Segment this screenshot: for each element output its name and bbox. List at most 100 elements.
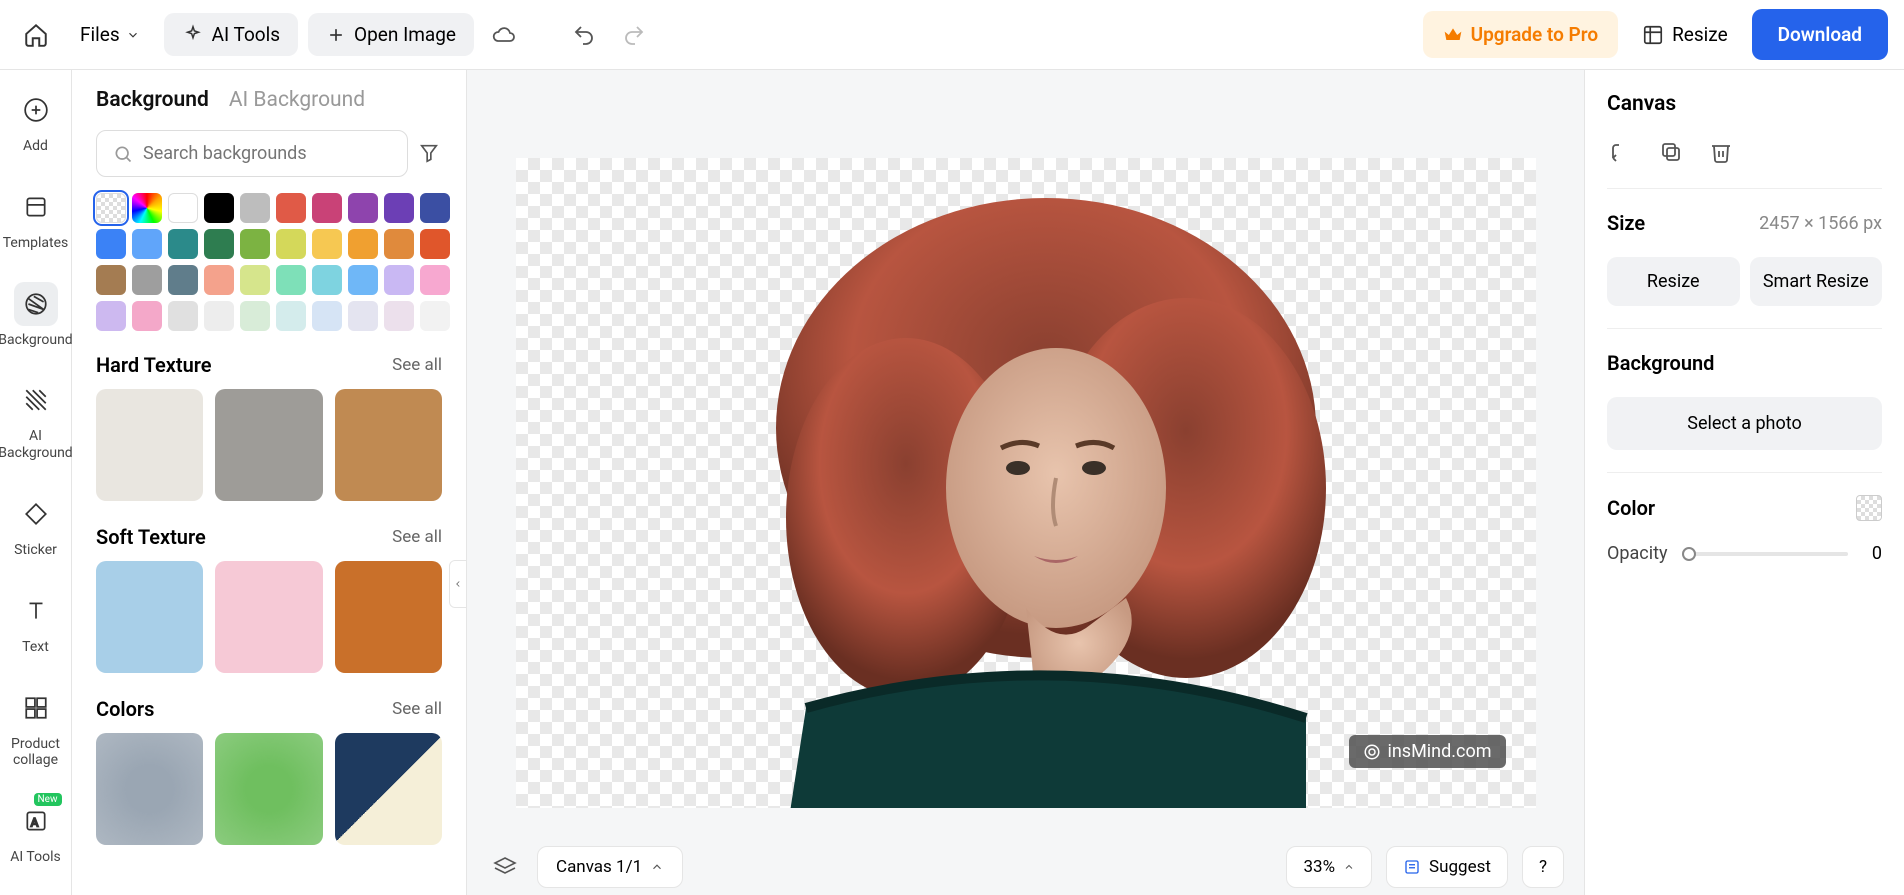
color-swatch[interactable] [168, 265, 198, 295]
color-swatch[interactable] [132, 265, 162, 295]
sidebar-item-ai-tools[interactable]: A New AI Tools [0, 793, 71, 872]
select-photo-button[interactable]: Select a photo [1607, 397, 1882, 450]
sidebar-item-background[interactable]: Background [0, 276, 71, 355]
texture-thumb[interactable] [215, 733, 322, 845]
chevron-left-icon [453, 577, 463, 591]
texture-thumb[interactable] [335, 733, 442, 845]
see-all-soft[interactable]: See all [392, 527, 442, 547]
color-swatch[interactable] [204, 265, 234, 295]
color-swatch[interactable] [312, 229, 342, 259]
color-swatch[interactable] [276, 229, 306, 259]
texture-thumb[interactable] [96, 733, 203, 845]
color-picker[interactable] [1856, 495, 1882, 521]
color-swatch[interactable] [96, 265, 126, 295]
redo-button[interactable] [614, 15, 654, 55]
hard-texture-row [96, 389, 442, 501]
sidebar-item-product-collage[interactable]: Product collage [0, 680, 71, 776]
color-swatch[interactable] [420, 301, 450, 331]
flip-button[interactable] [1607, 138, 1635, 166]
color-swatch[interactable] [132, 229, 162, 259]
canvas-frame[interactable]: insMind.com [516, 158, 1536, 808]
color-swatch[interactable] [132, 301, 162, 331]
texture-thumb[interactable] [96, 561, 203, 673]
color-swatch[interactable] [96, 193, 126, 223]
search-input[interactable] [143, 143, 391, 164]
color-swatch[interactable] [276, 193, 306, 223]
color-swatch[interactable] [168, 301, 198, 331]
delete-button[interactable] [1707, 138, 1735, 166]
color-swatch[interactable] [348, 301, 378, 331]
color-swatch[interactable] [204, 229, 234, 259]
undo-button[interactable] [564, 15, 604, 55]
color-swatch[interactable] [312, 265, 342, 295]
size-label: Size [1607, 211, 1645, 235]
color-swatch[interactable] [384, 301, 414, 331]
sticker-icon [23, 501, 49, 527]
open-image-button[interactable]: Open Image [308, 13, 474, 56]
color-swatch[interactable] [204, 301, 234, 331]
color-swatch[interactable] [204, 193, 234, 223]
resize-top-button[interactable]: Resize [1628, 13, 1742, 56]
opacity-slider[interactable] [1682, 552, 1849, 556]
color-swatch[interactable] [420, 229, 450, 259]
duplicate-button[interactable] [1657, 138, 1685, 166]
sidebar-item-ai-background[interactable]: AI Background [0, 372, 71, 468]
sidebar-item-templates[interactable]: Templates [0, 179, 71, 258]
filter-button[interactable] [418, 142, 442, 166]
color-swatch[interactable] [96, 229, 126, 259]
color-swatch[interactable] [276, 301, 306, 331]
search-box[interactable] [96, 130, 408, 177]
texture-thumb[interactable] [96, 389, 203, 501]
color-swatch[interactable] [384, 265, 414, 295]
color-swatch[interactable] [240, 193, 270, 223]
color-swatch[interactable] [348, 229, 378, 259]
color-swatch[interactable] [240, 265, 270, 295]
collapse-panel-handle[interactable] [449, 560, 467, 608]
files-menu[interactable]: Files [66, 15, 154, 54]
background-panel: Background AI Background Hard Texture Se… [72, 70, 467, 895]
sidebar-item-text[interactable]: Text [0, 583, 71, 662]
suggest-button[interactable]: Suggest [1386, 846, 1508, 888]
home-button[interactable] [16, 15, 56, 55]
zoom-control[interactable]: 33% [1286, 846, 1372, 888]
soft-texture-row [96, 561, 442, 673]
color-swatch[interactable] [312, 301, 342, 331]
texture-thumb[interactable] [215, 561, 322, 673]
tab-background[interactable]: Background [96, 88, 209, 112]
help-button[interactable]: ? [1522, 846, 1564, 888]
cloud-sync-button[interactable] [484, 15, 524, 55]
download-button[interactable]: Download [1752, 9, 1888, 60]
sidebar-item-add[interactable]: Add [0, 82, 71, 161]
see-all-hard[interactable]: See all [392, 355, 442, 375]
resize-button[interactable]: Resize [1607, 257, 1740, 306]
upgrade-button[interactable]: Upgrade to Pro [1423, 11, 1618, 58]
color-swatch[interactable] [96, 301, 126, 331]
color-swatch[interactable] [384, 193, 414, 223]
ai-tools-button[interactable]: AI Tools [164, 13, 298, 56]
color-swatch[interactable] [240, 229, 270, 259]
texture-thumb[interactable] [335, 389, 442, 501]
chevron-down-icon [126, 28, 140, 42]
sidebar-label-product-collage: Product collage [11, 736, 60, 770]
slider-thumb[interactable] [1682, 547, 1696, 561]
color-swatch[interactable] [348, 265, 378, 295]
color-swatch[interactable] [168, 229, 198, 259]
layers-button[interactable] [487, 849, 523, 885]
color-swatch[interactable] [384, 229, 414, 259]
canvas-selector[interactable]: Canvas 1/1 [537, 846, 683, 888]
color-swatch[interactable] [420, 265, 450, 295]
color-swatch[interactable] [168, 193, 198, 223]
sidebar-item-upload[interactable] [0, 890, 71, 895]
texture-thumb[interactable] [215, 389, 322, 501]
see-all-colors[interactable]: See all [392, 699, 442, 719]
color-swatch[interactable] [132, 193, 162, 223]
color-swatch[interactable] [240, 301, 270, 331]
texture-thumb[interactable] [335, 561, 442, 673]
color-swatch[interactable] [348, 193, 378, 223]
color-swatch[interactable] [312, 193, 342, 223]
color-swatch[interactable] [420, 193, 450, 223]
tab-ai-background[interactable]: AI Background [229, 88, 365, 112]
color-swatch[interactable] [276, 265, 306, 295]
smart-resize-button[interactable]: Smart Resize [1750, 257, 1883, 306]
sidebar-item-sticker[interactable]: Sticker [0, 486, 71, 565]
